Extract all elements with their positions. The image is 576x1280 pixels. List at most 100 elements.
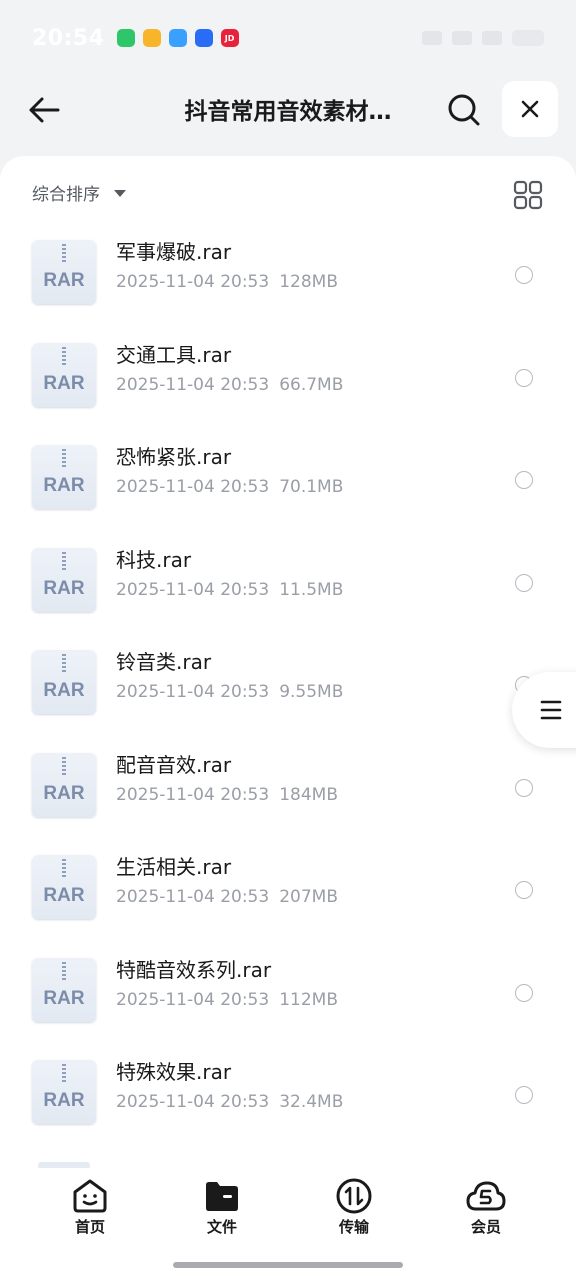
jd-app-icon: JD (220, 29, 239, 47)
rar-file-icon: RAR (32, 855, 96, 919)
file-size: 112MB (279, 989, 338, 1010)
file-meta: 2025-11-04 20:53 32.4MB (116, 1092, 343, 1112)
file-size: 9.55MB (279, 682, 344, 702)
file-date: 2025-11-04 20:53 (116, 989, 270, 1010)
grid-view-icon (513, 180, 543, 210)
nav-label-home: 首页 (74, 1218, 105, 1236)
search-icon (448, 94, 480, 126)
zipper-icon (62, 756, 66, 775)
rar-label: RAR (43, 475, 85, 496)
select-radio[interactable] (515, 1086, 533, 1104)
file-date: 2025-11-04 20:53 (116, 887, 270, 907)
file-row[interactable]: RAR 配音音效.rar 2025-11-04 20:53 184MB (0, 745, 576, 847)
nav-member[interactable]: 会员 (441, 1178, 531, 1237)
home-indicator[interactable] (173, 1262, 403, 1268)
rar-label: RAR (43, 372, 85, 394)
file-date: 2025-11-04 20:53 (116, 1092, 270, 1112)
file-row[interactable]: RAR 交通工具.rar 2025-11-04 20:53 66.7MB (0, 335, 576, 437)
caret-down-icon (114, 190, 126, 197)
file-name: 特酷音效系列.rar (116, 957, 272, 982)
file-size: 66.7MB (279, 374, 344, 395)
close-icon (521, 100, 539, 118)
file-meta: 2025-11-04 20:53 184MB (116, 785, 338, 805)
bird-app-icon (168, 29, 187, 47)
select-radio[interactable] (515, 778, 533, 797)
transfer-icon (336, 1178, 372, 1214)
zipper-icon (62, 1064, 66, 1082)
file-meta: 2025-11-04 20:53 128MB (116, 272, 338, 292)
select-radio[interactable] (515, 573, 533, 592)
signal-icon (482, 31, 502, 45)
file-row[interactable]: RAR 生活相关.rar 2025-11-04 20:53 207MB (0, 847, 576, 949)
network-speed-icon (452, 31, 472, 45)
file-date: 2025-11-04 20:53 (116, 682, 270, 702)
file-row[interactable]: RAR 恐怖紧张.rar 2025-11-04 20:53 70.1MB (0, 437, 576, 539)
bottom-nav: 首页 文件 传输 会员 (0, 1168, 576, 1280)
rar-label: RAR (43, 782, 85, 804)
grid-view-button[interactable] (513, 180, 543, 210)
file-size: 207MB (279, 887, 338, 907)
status-app-icons: JD (116, 29, 239, 47)
close-button[interactable] (502, 81, 558, 137)
file-row[interactable]: RAR 铃音类.rar 2025-11-04 20:53 9.55MB (0, 642, 576, 744)
nav-home[interactable]: 首页 (45, 1178, 135, 1237)
rar-file-icon: RAR (32, 752, 96, 817)
rar-file-icon: RAR (32, 650, 96, 714)
folder-icon (206, 1182, 238, 1211)
select-radio[interactable] (515, 266, 533, 284)
file-list-panel: 综合排序 RAR 军事爆破.rar 2025-11-04 20:53 128MB RAR… (0, 156, 576, 1168)
file-size: 70.1MB (279, 477, 344, 497)
page-title: 抖音常用音效素材… (184, 99, 392, 125)
file-meta: 2025-11-04 20:53 11.5MB (116, 580, 343, 600)
file-date: 2025-11-04 20:53 (116, 784, 270, 805)
rar-label: RAR (43, 270, 85, 291)
rar-file-icon: RAR (32, 342, 96, 407)
file-meta: 2025-11-04 20:53 112MB (116, 990, 338, 1010)
zipper-icon (62, 449, 66, 467)
file-row[interactable]: RAR 特酷音效系列.rar 2025-11-04 20:53 112MB (0, 950, 576, 1052)
file-size: 32.4MB (279, 1092, 344, 1112)
file-row[interactable]: RAR 科技.rar 2025-11-04 20:53 11.5MB (0, 540, 576, 642)
select-radio[interactable] (515, 881, 533, 899)
file-size: 128MB (279, 272, 338, 292)
zipper-icon (62, 859, 66, 877)
file-name: 配音音效.rar (116, 752, 232, 777)
nav-label-member: 会员 (470, 1218, 501, 1236)
rar-file-icon: RAR (32, 445, 96, 509)
mail-app-icon (142, 29, 161, 47)
file-date: 2025-11-04 20:53 (116, 579, 270, 600)
rar-label: RAR (43, 577, 85, 599)
file-size: 11.5MB (279, 579, 344, 600)
sort-dropdown[interactable]: 综合排序 (32, 180, 126, 205)
rar-file-icon: RAR (32, 547, 96, 612)
rar-label: RAR (43, 680, 85, 701)
file-row[interactable]: RAR 特殊效果.rar 2025-11-04 20:53 32.4MB (0, 1052, 576, 1154)
file-name: 军事爆破.rar (116, 240, 232, 264)
green-cycle-app-icon (116, 29, 135, 47)
battery-icon (512, 30, 544, 46)
status-bar: 20:54 JD (0, 0, 576, 76)
select-radio[interactable] (515, 368, 533, 387)
zipper-icon (62, 961, 66, 980)
file-date: 2025-11-04 20:53 (116, 477, 270, 497)
back-button[interactable] (22, 88, 66, 132)
status-indicators (422, 30, 544, 46)
select-radio[interactable] (515, 471, 533, 489)
rar-file-icon: RAR (32, 1060, 96, 1124)
nav-files[interactable]: 文件 (177, 1178, 267, 1237)
file-meta: 2025-11-04 20:53 70.1MB (116, 477, 343, 497)
back-arrow-icon (29, 97, 60, 123)
nav-transfer[interactable]: 传输 (309, 1178, 399, 1237)
file-name: 特殊效果.rar (116, 1060, 232, 1084)
home-face-icon (73, 1179, 107, 1213)
select-radio[interactable] (515, 983, 533, 1002)
sort-label: 综合排序 (32, 185, 100, 205)
rar-file-icon: RAR (32, 240, 96, 304)
status-time: 20:54 (32, 25, 105, 51)
search-button[interactable] (442, 88, 486, 132)
nav-label-files: 文件 (206, 1218, 237, 1236)
file-meta: 2025-11-04 20:53 207MB (116, 887, 338, 907)
file-date: 2025-11-04 20:53 (116, 374, 270, 395)
rar-label: RAR (43, 1090, 85, 1111)
file-row[interactable]: RAR 军事爆破.rar 2025-11-04 20:53 128MB (0, 232, 576, 334)
